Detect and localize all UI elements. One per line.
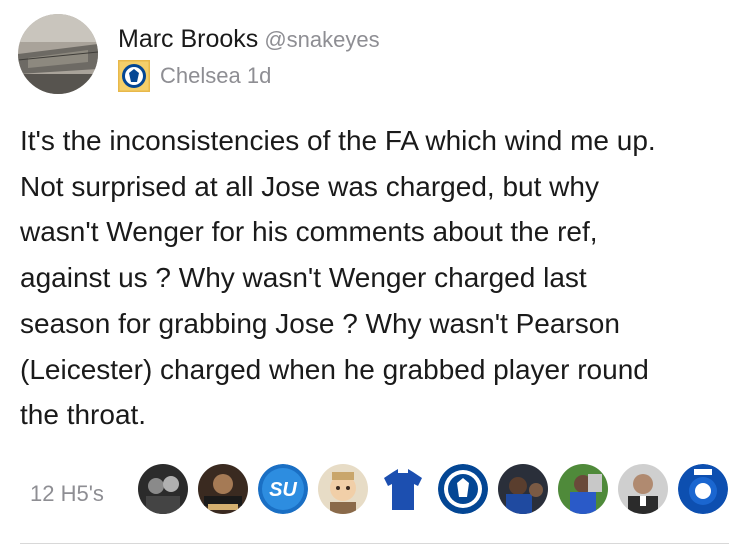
post-line: wasn't Wenger for his comments about the… [20, 216, 598, 248]
post-body: It's the inconsistencies of the FA which… [20, 118, 740, 438]
user-avatar-1[interactable] [138, 464, 188, 514]
post-line: Not surprised at all Jose was charged, b… [20, 170, 599, 202]
author-name[interactable]: Marc Brooks [118, 25, 258, 53]
author-name-row: Marc Brooks @snakeyes [118, 25, 380, 54]
user-avatar-7[interactable] [498, 464, 548, 514]
post-line: (Leicester) charged when he grabbed play… [20, 353, 649, 385]
reaction-count[interactable]: 12 H5's [30, 481, 104, 507]
chelsea-crest-avatar[interactable] [438, 464, 488, 514]
user-avatar-9[interactable] [618, 464, 668, 514]
user-avatar-4[interactable] [318, 464, 368, 514]
svg-text:SU: SU [269, 479, 297, 501]
chelsea-shirt-avatar[interactable] [378, 464, 428, 514]
post-meta: Chelsea 1d [160, 63, 272, 88]
divider [20, 543, 729, 544]
post-line: It's the inconsistencies of the FA which… [20, 125, 656, 156]
author-handle[interactable]: @snakeyes [264, 27, 379, 52]
user-avatar-2[interactable] [198, 464, 248, 514]
author-avatar[interactable] [18, 14, 98, 94]
chelsea-badge-icon [118, 60, 150, 92]
user-avatar-8[interactable] [558, 464, 608, 514]
post-line: season for grabbing Jose ? Why wasn't Pe… [20, 307, 620, 339]
su-logo-avatar[interactable]: SU [258, 464, 308, 514]
post-line: the throat. [20, 399, 147, 431]
crest-avatar-10[interactable] [678, 464, 728, 514]
post-line: against us ? Why wasn't Wenger charged l… [20, 262, 587, 294]
